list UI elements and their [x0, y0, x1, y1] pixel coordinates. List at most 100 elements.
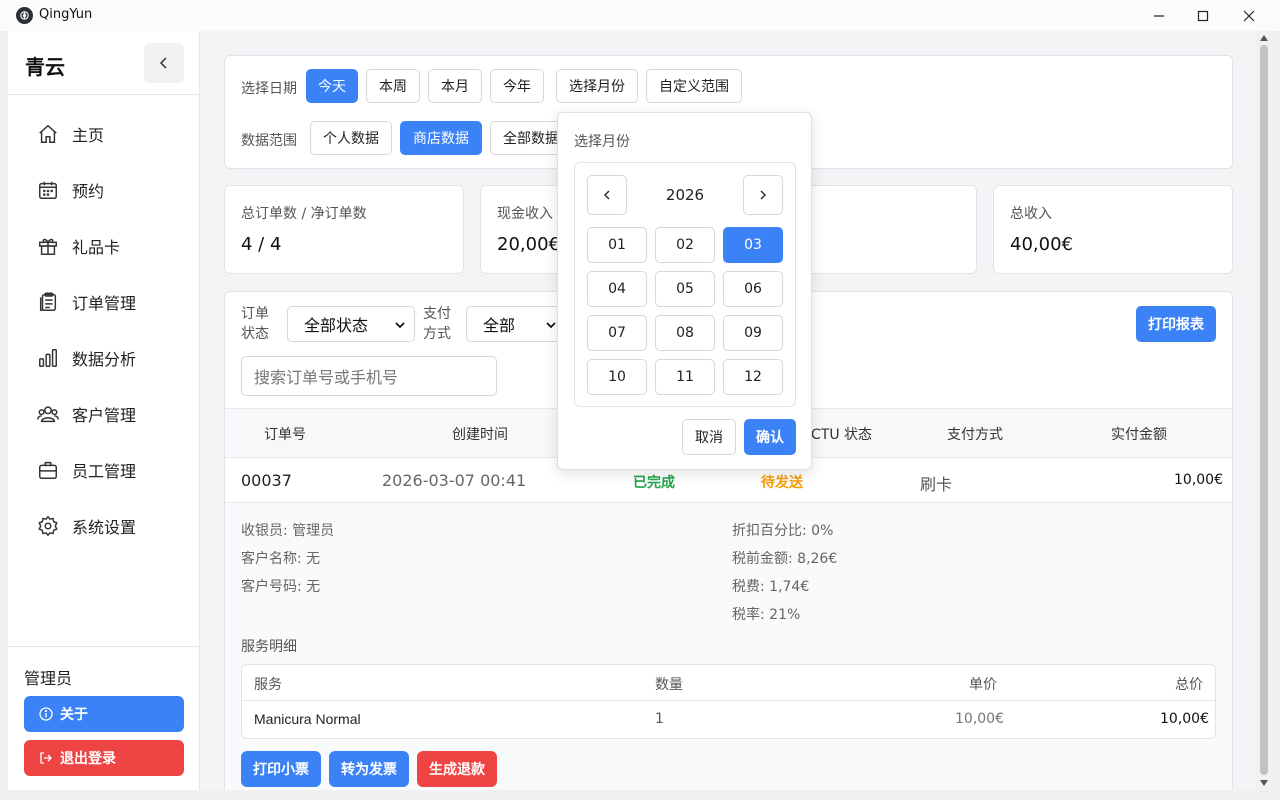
column-header-ctu-status: CTU 状态	[811, 427, 873, 443]
about-label: 关于	[60, 707, 88, 723]
gear-icon	[36, 514, 60, 538]
status-select[interactable]: 全部状态	[287, 306, 415, 342]
calendar-icon	[36, 178, 60, 202]
payment-filter-label-line: 方式	[423, 326, 451, 342]
column-header-created: 创建时间	[452, 427, 508, 443]
month-option-07[interactable]: 07	[587, 315, 647, 351]
month-option-11[interactable]: 11	[655, 359, 715, 395]
payment-select[interactable]: 全部	[466, 306, 566, 342]
sidebar-item-gift-cards[interactable]: 礼品卡	[8, 224, 200, 268]
cancel-button[interactable]: 取消	[682, 419, 736, 455]
chevron-left-icon	[603, 190, 610, 200]
sidebar-item-settings[interactable]: 系统设置	[8, 504, 200, 548]
payment-select-value: 全部	[483, 316, 516, 335]
scope-option-store[interactable]: 商店数据	[400, 121, 482, 155]
detail-tax-rate: 税率: 21%	[732, 607, 801, 623]
detail-tax: 税费: 1,74€	[732, 579, 810, 595]
service-qty: 1	[655, 711, 664, 727]
app-logo-icon	[16, 7, 33, 24]
logout-icon	[38, 750, 54, 766]
month-option-06[interactable]: 06	[723, 271, 783, 307]
month-option-12[interactable]: 12	[723, 359, 783, 395]
date-option-year[interactable]: 今年	[490, 69, 544, 103]
window-title: QingYun	[39, 7, 93, 22]
sidebar-item-label: 员工管理	[72, 462, 137, 481]
sidebar-item-orders[interactable]: 订单管理	[8, 280, 200, 324]
status-select-value: 全部状态	[304, 316, 369, 335]
services-title: 服务明细	[241, 639, 297, 655]
month-option-10[interactable]: 10	[587, 359, 647, 395]
sidebar-item-label: 预约	[72, 182, 105, 201]
briefcase-icon	[36, 458, 60, 482]
date-filter-label: 选择日期	[241, 81, 297, 97]
service-column-total: 总价	[1175, 677, 1203, 693]
stat-label: 总订单数 / 净订单数	[241, 206, 367, 222]
title-bar: QingYun	[0, 0, 1280, 31]
divider	[8, 94, 200, 95]
scroll-down-arrow-icon[interactable]	[1256, 776, 1272, 790]
logout-button[interactable]: 退出登录	[24, 740, 184, 776]
sidebar-item-staff[interactable]: 员工管理	[8, 448, 200, 492]
date-option-select-month[interactable]: 选择月份	[556, 69, 638, 103]
create-refund-button[interactable]: 生成退款	[417, 751, 497, 787]
month-option-02[interactable]: 02	[655, 227, 715, 263]
month-picker-grid: 2026 01 02 03 04 05 06 07 08 09 10 11 12	[574, 162, 796, 407]
order-id: 00037	[241, 471, 292, 490]
scrollbar-thumb[interactable]	[1260, 45, 1268, 775]
chevron-down-icon	[395, 322, 405, 329]
date-option-week[interactable]: 本周	[366, 69, 420, 103]
service-column-qty: 数量	[655, 677, 683, 693]
month-option-05[interactable]: 05	[655, 271, 715, 307]
date-option-month[interactable]: 本月	[428, 69, 482, 103]
sidebar-item-customers[interactable]: 客户管理	[8, 392, 200, 436]
sidebar-item-label: 系统设置	[72, 518, 137, 537]
month-option-01[interactable]: 01	[587, 227, 647, 263]
date-option-custom-range[interactable]: 自定义范围	[646, 69, 742, 103]
divider	[8, 646, 200, 647]
sidebar-item-analytics[interactable]: 数据分析	[8, 336, 200, 380]
stat-card-orders: 总订单数 / 净订单数 4 / 4	[224, 185, 464, 274]
chevron-left-icon	[159, 57, 167, 69]
maximize-icon	[1197, 10, 1209, 21]
next-year-button[interactable]	[743, 175, 783, 215]
service-unit-price: 10,00€	[955, 711, 1004, 727]
month-option-09[interactable]: 09	[723, 315, 783, 351]
month-option-08[interactable]: 08	[655, 315, 715, 351]
stat-label: 总收入	[1010, 206, 1052, 222]
sidebar-item-label: 订单管理	[72, 294, 137, 313]
column-header-order-id: 订单号	[264, 427, 306, 443]
scope-option-personal[interactable]: 个人数据	[310, 121, 392, 155]
sidebar-item-home[interactable]: 主页	[8, 112, 200, 156]
month-option-03[interactable]: 03	[723, 227, 783, 263]
convert-invoice-button[interactable]: 转为发票	[329, 751, 409, 787]
print-receipt-button[interactable]: 打印小票	[241, 751, 321, 787]
close-icon	[1243, 10, 1255, 21]
chevron-down-icon	[546, 322, 556, 329]
order-search-input[interactable]: 搜索订单号或手机号	[241, 356, 497, 396]
detail-discount: 折扣百分比: 0%	[732, 523, 834, 539]
column-header-amount: 实付金额	[1111, 427, 1167, 443]
order-amount: 10,00€	[1174, 472, 1223, 488]
main-scrollbar[interactable]	[1256, 31, 1272, 790]
date-option-today[interactable]: 今天	[306, 69, 358, 103]
collapse-sidebar-button[interactable]	[144, 43, 184, 83]
scroll-up-arrow-icon[interactable]	[1256, 31, 1272, 45]
about-button[interactable]: 关于	[24, 696, 184, 732]
detail-customer-name: 客户名称: 无	[241, 551, 321, 567]
previous-year-button[interactable]	[587, 175, 627, 215]
sidebar-item-label: 客户管理	[72, 406, 137, 425]
confirm-button[interactable]: 确认	[744, 419, 796, 455]
sidebar-item-appointments[interactable]: 预约	[8, 168, 200, 212]
home-icon	[36, 122, 60, 146]
current-user-label: 管理员	[24, 669, 73, 688]
order-status-badge: 已完成	[633, 475, 675, 491]
month-option-04[interactable]: 04	[587, 271, 647, 307]
maximize-button[interactable]	[1180, 0, 1226, 31]
minimize-button[interactable]	[1136, 0, 1182, 31]
ctu-status-badge: 待发送	[761, 475, 803, 491]
scope-filter-label: 数据范围	[241, 133, 297, 149]
close-button[interactable]	[1226, 0, 1272, 31]
print-report-button[interactable]: 打印报表	[1136, 306, 1216, 342]
service-total: 10,00€	[1160, 711, 1209, 727]
chevron-right-icon	[760, 190, 767, 200]
